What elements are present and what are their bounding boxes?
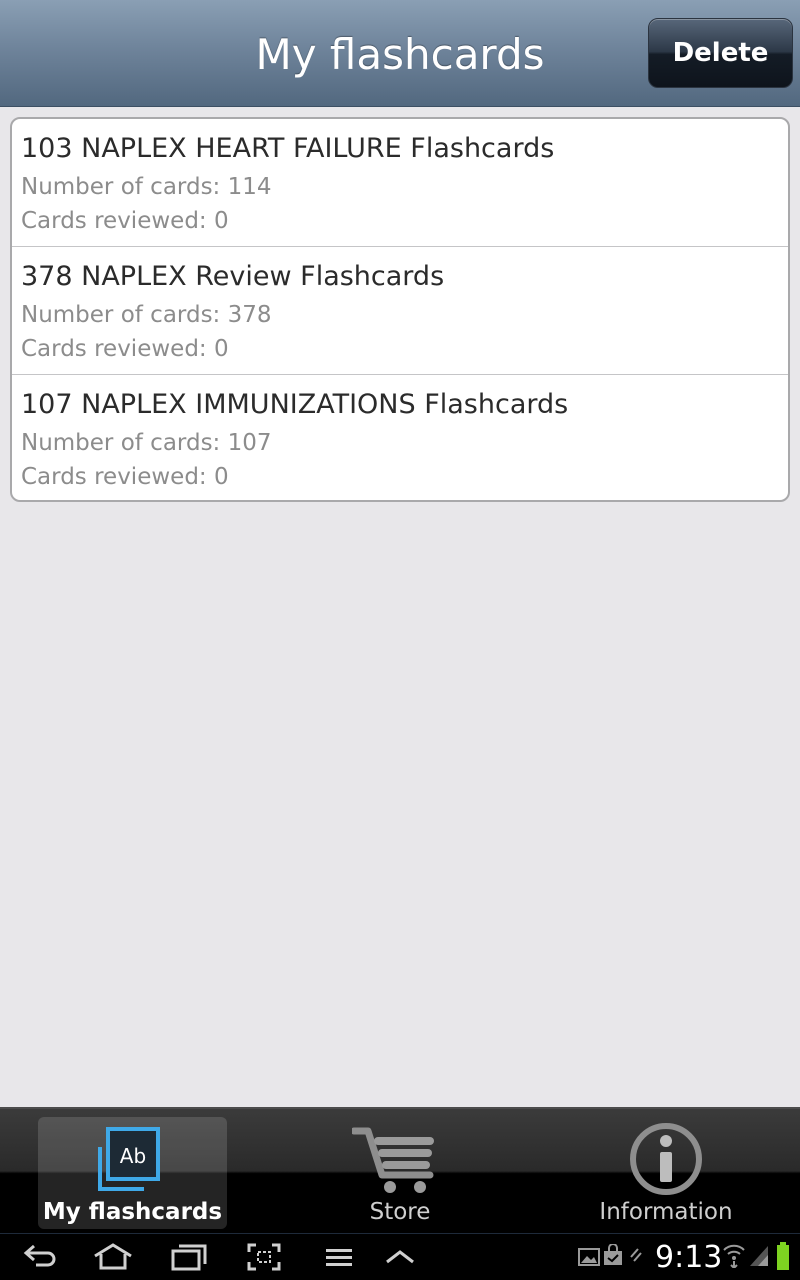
shopping-bag-icon (604, 1244, 622, 1265)
usb-icon (630, 1248, 642, 1262)
svg-text:Ab: Ab (120, 1144, 146, 1168)
deck-card-count: Number of cards: 114 (21, 174, 272, 200)
deck-reviewed-count: Cards reviewed: 0 (21, 208, 229, 234)
tab-my-flashcards[interactable]: Ab My flashcards (38, 1117, 227, 1229)
flashcards-icon: Ab (98, 1127, 160, 1191)
tab-store[interactable]: Store (320, 1117, 480, 1229)
screenshot-icon[interactable] (246, 1242, 282, 1272)
deck-title: 378 NAPLEX Review Flashcards (21, 261, 445, 292)
deck-reviewed-count: Cards reviewed: 0 (21, 336, 229, 362)
list-item[interactable]: 103 NAPLEX HEART FAILURE Flashcards Numb… (12, 119, 788, 247)
home-icon[interactable] (92, 1242, 134, 1272)
back-icon[interactable] (22, 1242, 58, 1272)
clock: 9:13 (655, 1240, 723, 1275)
signal-icon (750, 1246, 768, 1266)
delete-button[interactable]: Delete (648, 18, 793, 88)
tab-label: Store (369, 1199, 431, 1225)
tab-information[interactable]: Information (590, 1117, 742, 1229)
recent-apps-icon[interactable] (170, 1242, 208, 1272)
menu-icon[interactable] (324, 1242, 354, 1272)
info-icon (630, 1123, 702, 1195)
deck-reviewed-count: Cards reviewed: 0 (21, 464, 229, 490)
system-bar: 9:13 (0, 1233, 800, 1280)
battery-icon (777, 1242, 789, 1270)
deck-title: 107 NAPLEX IMMUNIZATIONS Flashcards (21, 389, 569, 420)
deck-title: 103 NAPLEX HEART FAILURE Flashcards (21, 133, 555, 164)
deck-card-count: Number of cards: 107 (21, 430, 272, 456)
chevron-up-icon[interactable] (384, 1242, 416, 1272)
cart-icon (352, 1127, 434, 1193)
deck-list: 103 NAPLEX HEART FAILURE Flashcards Numb… (10, 117, 790, 502)
tab-bar: Ab My flashcards Store Information (0, 1107, 800, 1233)
wifi-icon (723, 1244, 745, 1268)
tab-label: Information (599, 1199, 733, 1225)
app-header: My flashcards Delete (0, 0, 800, 107)
list-item[interactable]: 107 NAPLEX IMMUNIZATIONS Flashcards Numb… (12, 375, 788, 500)
gallery-icon (578, 1248, 600, 1266)
tab-label: My flashcards (42, 1199, 223, 1225)
deck-card-count: Number of cards: 378 (21, 302, 272, 328)
list-item[interactable]: 378 NAPLEX Review Flashcards Number of c… (12, 247, 788, 375)
